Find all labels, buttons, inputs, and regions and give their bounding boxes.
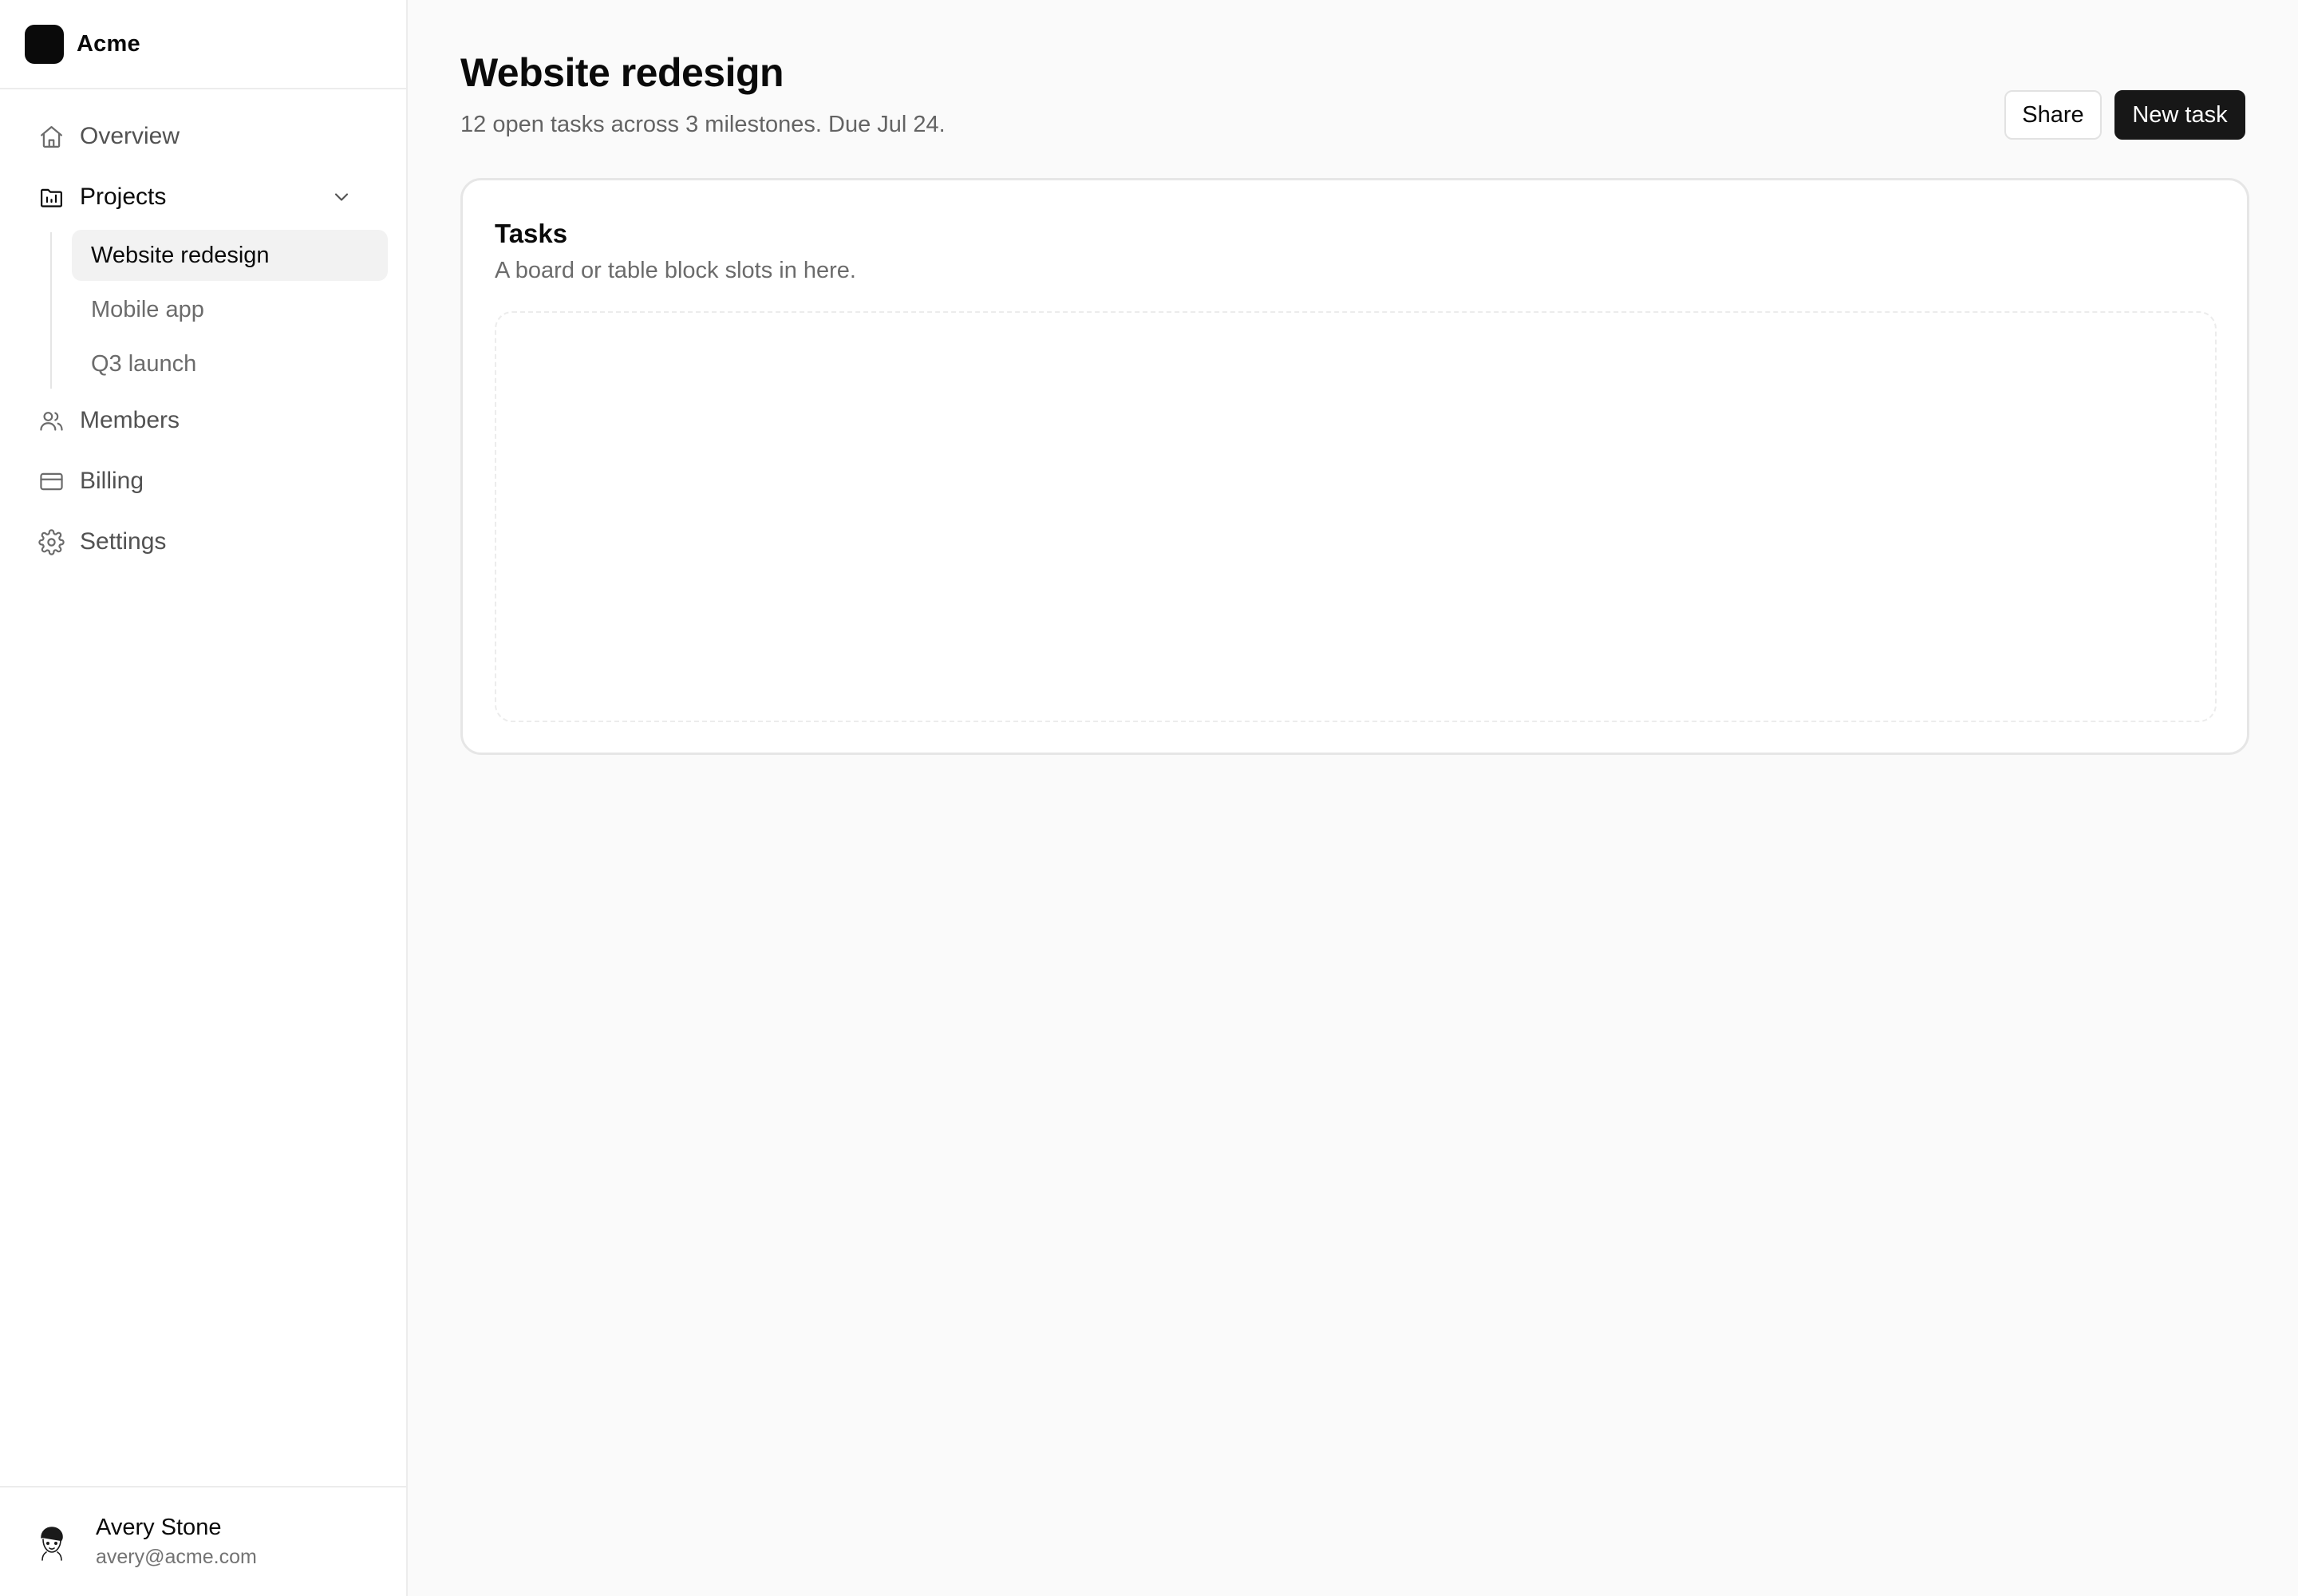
user-name: Avery Stone xyxy=(96,1515,222,1540)
new-task-button[interactable]: New task xyxy=(2114,90,2245,140)
user-info: Avery Stone avery@acme.com xyxy=(96,1515,257,1569)
sidebar-item-label: Projects xyxy=(80,184,167,210)
sidebar-item-members[interactable]: Members xyxy=(26,397,377,444)
chevron-down-icon[interactable] xyxy=(329,184,354,210)
sidebar-item-settings[interactable]: Settings xyxy=(26,518,377,566)
brand-name: Acme xyxy=(77,30,140,57)
folder-chart-icon xyxy=(37,183,65,211)
page-title: Website redesign xyxy=(460,50,784,95)
users-icon xyxy=(37,406,65,435)
subnav-divider xyxy=(50,232,52,389)
brand-logo xyxy=(25,24,64,64)
sidebar-item-label: Overview xyxy=(80,123,180,149)
tasks-card-title: Tasks xyxy=(495,219,568,248)
sidebar-item-label: Members xyxy=(80,407,180,433)
sidebar-item-overview[interactable]: Overview xyxy=(26,113,377,160)
brand-header[interactable]: Acme xyxy=(0,0,406,89)
tasks-placeholder-slot xyxy=(495,311,2217,722)
tasks-card-description: A board or table block slots in here. xyxy=(495,258,856,283)
credit-card-icon xyxy=(37,467,65,496)
sidebar: Acme Overview Projects Website redesign … xyxy=(0,0,408,1596)
gear-icon xyxy=(37,527,65,556)
avatar xyxy=(32,1522,72,1562)
sidebar-item-projects[interactable]: Projects xyxy=(26,173,377,221)
page-subtitle: 12 open tasks across 3 milestones. Due J… xyxy=(460,112,946,137)
share-button[interactable]: Share xyxy=(2004,90,2102,140)
user-menu[interactable]: Avery Stone avery@acme.com xyxy=(0,1486,406,1596)
sidebar-subitem-website-redesign[interactable]: Website redesign xyxy=(72,230,388,281)
sidebar-subitem-q3-launch[interactable]: Q3 launch xyxy=(72,338,388,389)
main-content: Website redesign 12 open tasks across 3 … xyxy=(409,0,2298,1596)
sidebar-subitem-mobile-app[interactable]: Mobile app xyxy=(72,284,388,335)
sidebar-item-label: Billing xyxy=(80,468,144,494)
sidebar-item-label: Settings xyxy=(80,528,167,555)
home-icon xyxy=(37,122,65,151)
user-email: avery@acme.com xyxy=(96,1546,257,1568)
tasks-card: Tasks A board or table block slots in he… xyxy=(460,178,2249,755)
sidebar-item-billing[interactable]: Billing xyxy=(26,457,377,505)
